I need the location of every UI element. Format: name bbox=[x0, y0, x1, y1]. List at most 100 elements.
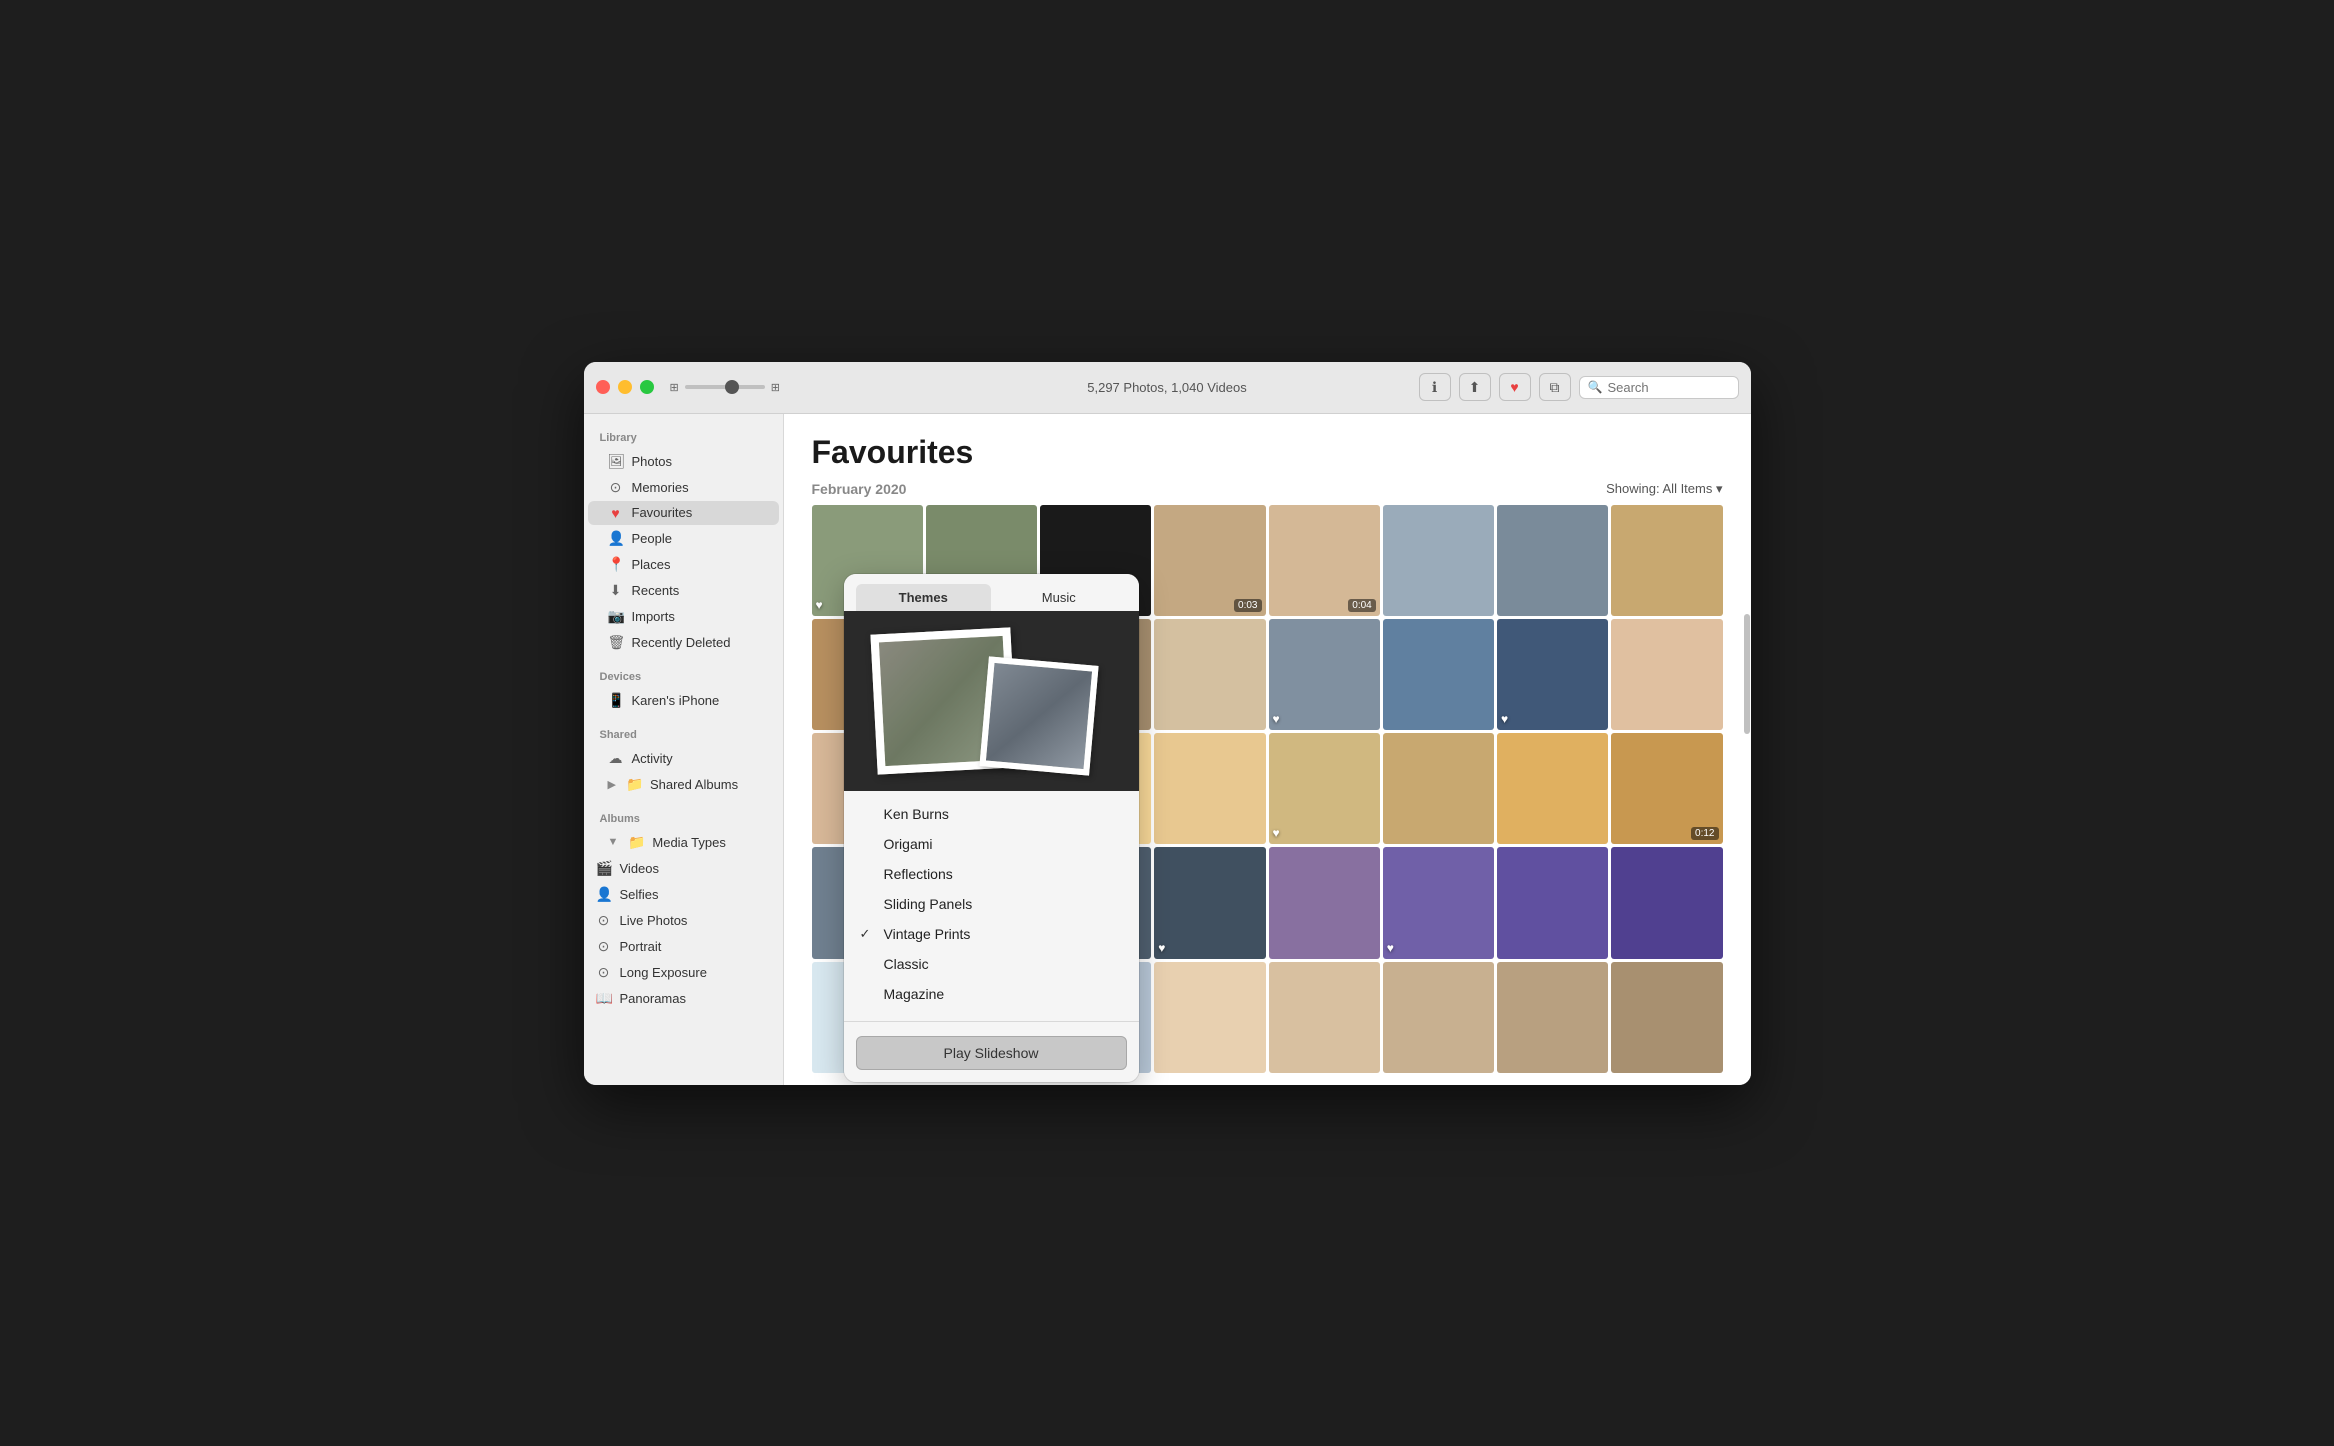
popup-preview bbox=[844, 611, 1139, 791]
sidebar-item-panoramas[interactable]: 📖 Panoramas bbox=[588, 986, 779, 1011]
popup-menu: Ken Burns Origami Reflections Slidi bbox=[844, 791, 1139, 1017]
photo-cell[interactable] bbox=[1383, 619, 1494, 730]
photo-cell[interactable] bbox=[1497, 505, 1608, 616]
memories-icon: ⊙ bbox=[608, 479, 624, 496]
video-duration: 0:03 bbox=[1234, 599, 1261, 612]
search-box[interactable]: 🔍 bbox=[1579, 376, 1739, 399]
photo-cell[interactable] bbox=[1269, 962, 1380, 1073]
menu-item-ken-burns[interactable]: Ken Burns bbox=[844, 799, 1139, 829]
sidebar-item-videos[interactable]: 🎬 Videos bbox=[588, 856, 779, 881]
menu-item-sliding-panels-label: Sliding Panels bbox=[884, 896, 973, 912]
sidebar-item-recents[interactable]: ⬇ Recents bbox=[588, 578, 779, 603]
photo-cell[interactable] bbox=[1154, 619, 1265, 730]
sidebar-item-long-exposure[interactable]: ⊙ Long Exposure bbox=[588, 960, 779, 985]
slideshow-popup: Themes Music bbox=[844, 574, 1139, 1082]
menu-item-reflections[interactable]: Reflections bbox=[844, 859, 1139, 889]
sidebar: Library 🖼 Photos ⊙ Memories ♥ Favourites… bbox=[584, 414, 784, 1085]
photo-cell[interactable] bbox=[1154, 962, 1265, 1073]
maximize-button[interactable] bbox=[640, 380, 654, 394]
tab-music[interactable]: Music bbox=[991, 584, 1127, 611]
sidebar-item-iphone[interactable]: 📱 Karen's iPhone bbox=[588, 688, 779, 713]
popup-footer: Play Slideshow bbox=[844, 1026, 1139, 1082]
photo-cell[interactable] bbox=[1611, 962, 1722, 1073]
photo-cell[interactable] bbox=[1154, 733, 1265, 844]
menu-item-magazine-label: Magazine bbox=[884, 986, 945, 1002]
photo-cell[interactable] bbox=[1611, 619, 1722, 730]
sidebar-item-places[interactable]: 📍 Places bbox=[588, 552, 779, 577]
menu-item-magazine[interactable]: Magazine bbox=[844, 979, 1139, 1009]
sidebar-item-panoramas-label: Panoramas bbox=[620, 991, 686, 1006]
showing-filter[interactable]: Showing: All Items ▾ bbox=[1606, 481, 1722, 497]
search-input[interactable] bbox=[1607, 380, 1729, 395]
titlebar-actions: ℹ ⬆ ♥ ⧉ 🔍 bbox=[1419, 373, 1739, 401]
close-button[interactable] bbox=[596, 380, 610, 394]
sidebar-item-people[interactable]: 👤 People bbox=[588, 526, 779, 551]
menu-item-ken-burns-label: Ken Burns bbox=[884, 806, 949, 822]
sidebar-item-activity-label: Activity bbox=[632, 751, 673, 766]
menu-item-origami[interactable]: Origami bbox=[844, 829, 1139, 859]
portrait-icon: ⊙ bbox=[596, 938, 612, 955]
sidebar-item-imports[interactable]: 📷 Imports bbox=[588, 604, 779, 629]
sidebar-item-recently-deleted[interactable]: 🗑 Recently Deleted bbox=[588, 630, 779, 655]
search-icon: 🔍 bbox=[1588, 380, 1603, 394]
photo-cell[interactable] bbox=[1497, 847, 1608, 958]
favourite-button[interactable]: ♥ bbox=[1499, 373, 1531, 401]
photo-cell[interactable] bbox=[1611, 847, 1722, 958]
play-slideshow-button[interactable]: Play Slideshow bbox=[856, 1036, 1127, 1070]
photo-cell[interactable] bbox=[1497, 733, 1608, 844]
photo-cell[interactable]: 0:03 bbox=[1154, 505, 1265, 616]
devices-section-header: Devices bbox=[584, 663, 783, 687]
sidebar-item-shared-albums[interactable]: ▶ 📁 Shared Albums bbox=[588, 772, 779, 797]
showing-label[interactable]: Showing: All Items ▾ bbox=[1606, 481, 1722, 497]
media-types-icon: 📁 bbox=[628, 834, 644, 851]
popup-tabs: Themes Music bbox=[844, 574, 1139, 611]
sidebar-item-selfies[interactable]: 👤 Selfies bbox=[588, 882, 779, 907]
photo-cell[interactable]: ♥ bbox=[1269, 733, 1380, 844]
menu-item-classic[interactable]: Classic bbox=[844, 949, 1139, 979]
sidebar-item-memories[interactable]: ⊙ Memories bbox=[588, 475, 779, 500]
live-photos-icon: ⊙ bbox=[596, 912, 612, 929]
titlebar: ⊞ ⊞ 5,297 Photos, 1,040 Videos ℹ ⬆ ♥ ⧉ 🔍 bbox=[584, 362, 1751, 414]
sidebar-item-live-photos[interactable]: ⊙ Live Photos bbox=[588, 908, 779, 933]
slideshow-button[interactable]: ⧉ bbox=[1539, 373, 1571, 401]
photo-cell[interactable] bbox=[1383, 962, 1494, 1073]
photo-cell[interactable]: ♥ bbox=[1154, 847, 1265, 958]
page-title: Favourites bbox=[812, 434, 1723, 471]
photo-cell[interactable] bbox=[1611, 505, 1722, 616]
photo-cell[interactable]: ♥ bbox=[1269, 619, 1380, 730]
info-button[interactable]: ℹ bbox=[1419, 373, 1451, 401]
sidebar-item-portrait[interactable]: ⊙ Portrait bbox=[588, 934, 779, 959]
photo-cell[interactable]: 0:12 bbox=[1611, 733, 1722, 844]
menu-item-vintage-prints[interactable]: ✓ Vintage Prints bbox=[844, 919, 1139, 949]
photo-cell[interactable] bbox=[1383, 505, 1494, 616]
sidebar-item-long-exposure-label: Long Exposure bbox=[620, 965, 707, 980]
share-button[interactable]: ⬆ bbox=[1459, 373, 1491, 401]
photo-cell[interactable]: 0:04 bbox=[1269, 505, 1380, 616]
photo-cell[interactable] bbox=[1383, 733, 1494, 844]
content-area: Favourites February 2020 Showing: All It… bbox=[784, 414, 1751, 1085]
sidebar-item-photos[interactable]: 🖼 Photos bbox=[588, 449, 779, 474]
tab-themes[interactable]: Themes bbox=[856, 584, 992, 611]
photo-cell[interactable]: ♥ bbox=[1383, 847, 1494, 958]
sidebar-item-activity[interactable]: ☁ Activity bbox=[588, 746, 779, 771]
photos-icon: 🖼 bbox=[608, 453, 624, 470]
photo-cell[interactable] bbox=[1269, 847, 1380, 958]
trash-icon: 🗑 bbox=[608, 634, 624, 651]
size-slider[interactable]: ⊞ ⊞ bbox=[670, 381, 780, 394]
sidebar-item-live-photos-label: Live Photos bbox=[620, 913, 688, 928]
sidebar-item-media-types[interactable]: ▼ 📁 Media Types bbox=[588, 830, 779, 855]
videos-icon: 🎬 bbox=[596, 860, 612, 877]
scrollbar-thumb[interactable] bbox=[1744, 614, 1750, 734]
app-window: ⊞ ⊞ 5,297 Photos, 1,040 Videos ℹ ⬆ ♥ ⧉ 🔍… bbox=[584, 362, 1751, 1085]
long-exposure-icon: ⊙ bbox=[596, 964, 612, 981]
scrollbar[interactable] bbox=[1743, 414, 1751, 1085]
photo-cell[interactable] bbox=[1497, 962, 1608, 1073]
menu-item-sliding-panels[interactable]: Sliding Panels bbox=[844, 889, 1139, 919]
iphone-icon: 📱 bbox=[608, 692, 624, 709]
photo-cell[interactable]: ♥ bbox=[1497, 619, 1608, 730]
sidebar-item-media-types-label: Media Types bbox=[652, 835, 725, 850]
sidebar-item-iphone-label: Karen's iPhone bbox=[632, 693, 720, 708]
sidebar-item-favourites[interactable]: ♥ Favourites bbox=[588, 501, 779, 525]
heart-icon: ♥ bbox=[1501, 712, 1508, 726]
minimize-button[interactable] bbox=[618, 380, 632, 394]
